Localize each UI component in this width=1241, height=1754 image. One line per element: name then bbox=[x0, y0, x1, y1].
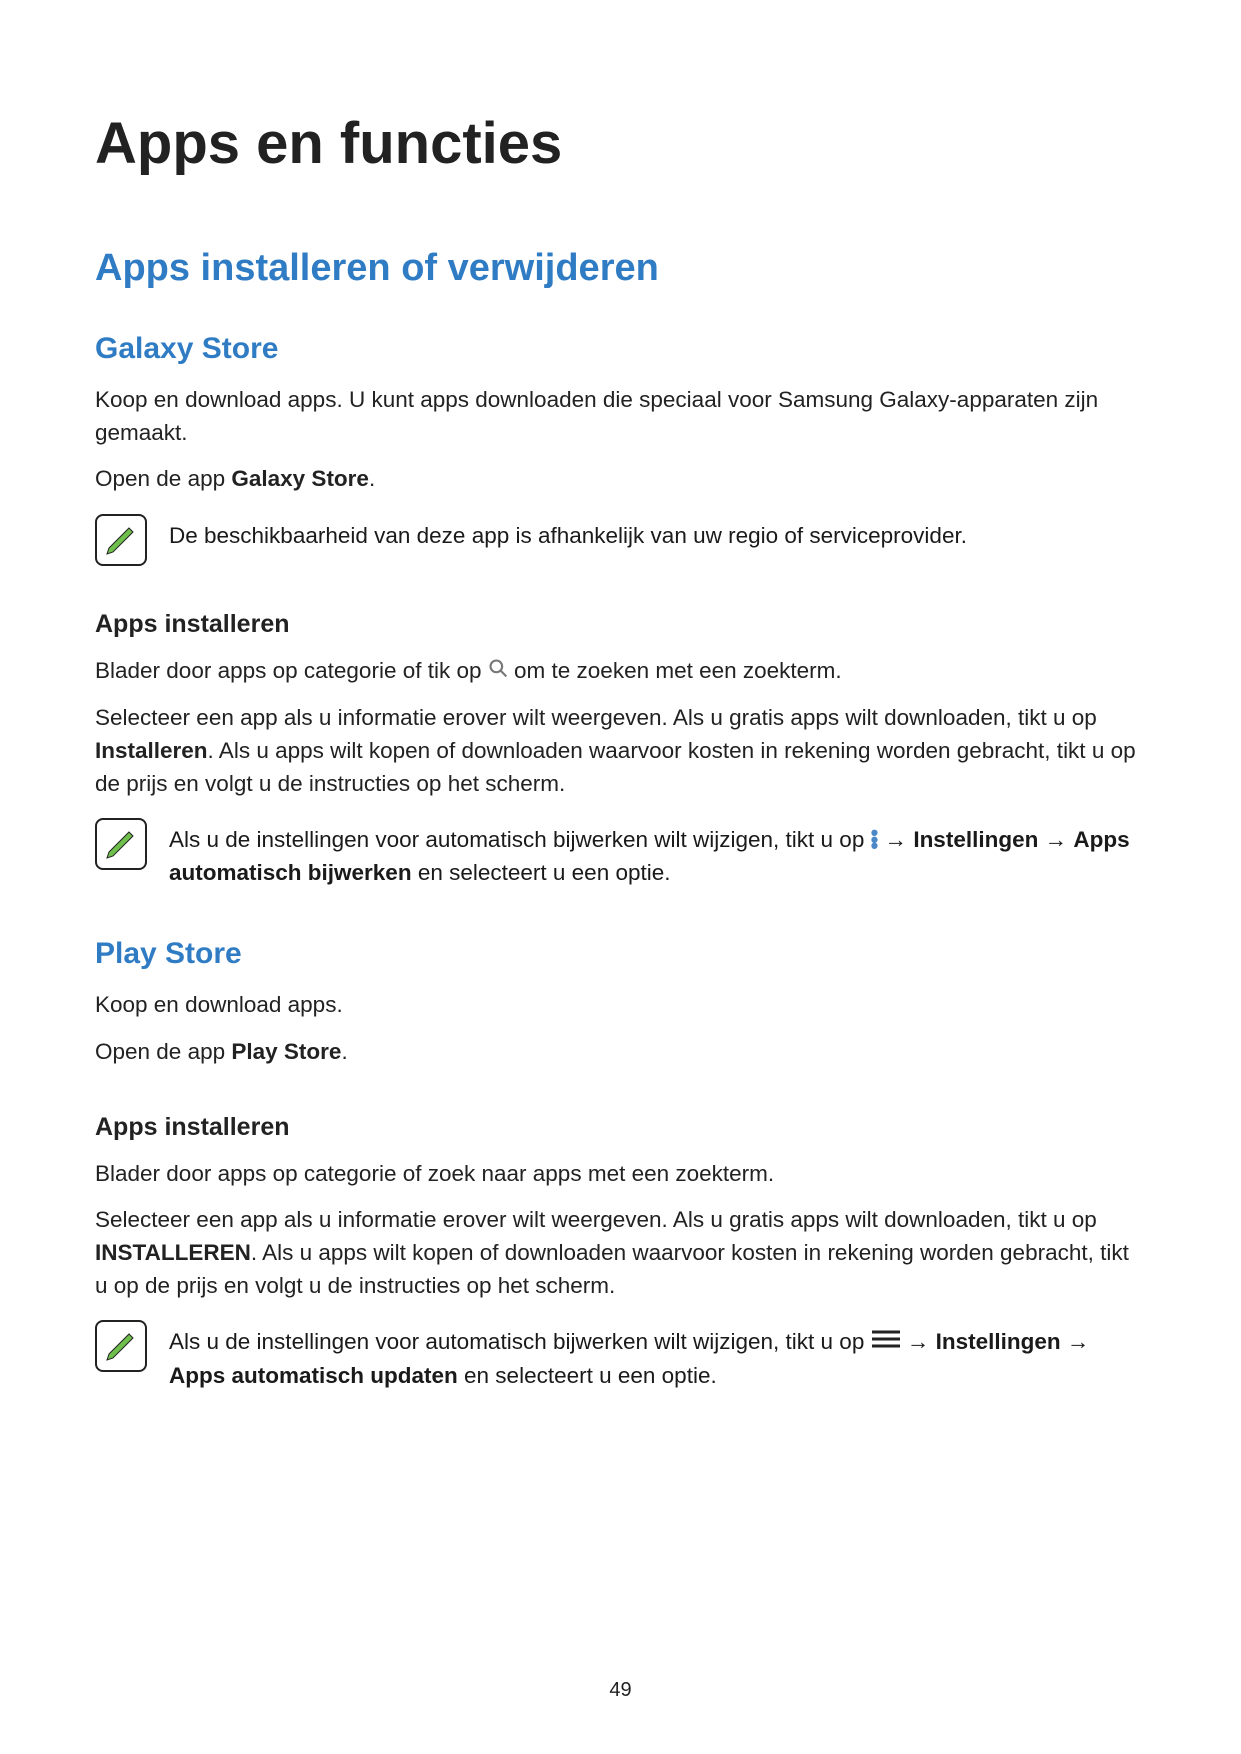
text-fragment: . Als u apps wilt kopen of downloaden wa… bbox=[95, 738, 1136, 796]
text-fragment: . Als u apps wilt kopen of downloaden wa… bbox=[95, 1240, 1129, 1298]
text-fragment: . bbox=[341, 1039, 347, 1064]
note-block: De beschikbaarheid van deze app is afhan… bbox=[95, 512, 1146, 566]
hamburger-menu-icon bbox=[871, 1326, 901, 1359]
body-text: Open de app Play Store. bbox=[95, 1036, 1146, 1069]
body-text: Blader door apps op categorie of tik op … bbox=[95, 655, 1146, 688]
note-text: Als u de instellingen voor automatisch b… bbox=[169, 816, 1146, 889]
body-text: Open de app Galaxy Store. bbox=[95, 463, 1146, 496]
text-fragment: Selecteer een app als u informatie erove… bbox=[95, 705, 1097, 730]
ui-label-apps-automatisch-updaten: Apps automatisch updaten bbox=[169, 1363, 458, 1388]
page-title: Apps en functies bbox=[95, 110, 1146, 177]
body-text: Blader door apps op categorie of zoek na… bbox=[95, 1158, 1146, 1191]
body-text: Selecteer een app als u informatie erove… bbox=[95, 702, 1146, 800]
ui-label-instellingen: Instellingen bbox=[913, 827, 1038, 852]
search-icon bbox=[488, 655, 508, 688]
section-play-store: Play Store Koop en download apps. Open d… bbox=[95, 937, 1146, 1392]
note-icon bbox=[95, 818, 147, 870]
manual-page: Apps en functies Apps installeren of ver… bbox=[0, 0, 1241, 1754]
text-fragment: → bbox=[878, 827, 913, 852]
page-number: 49 bbox=[0, 1679, 1241, 1702]
note-text: Als u de instellingen voor automatisch b… bbox=[169, 1318, 1146, 1392]
section-galaxy-store: Galaxy Store Koop en download apps. U ku… bbox=[95, 332, 1146, 889]
note-block: Als u de instellingen voor automatisch b… bbox=[95, 1318, 1146, 1392]
text-fragment: → bbox=[901, 1329, 936, 1354]
text-fragment: Als u de instellingen voor automatisch b… bbox=[169, 827, 871, 852]
text-fragment: om te zoeken met een zoekterm. bbox=[508, 658, 842, 683]
note-block: Als u de instellingen voor automatisch b… bbox=[95, 816, 1146, 889]
text-fragment: → bbox=[1038, 827, 1073, 852]
body-text: Koop en download apps. U kunt apps downl… bbox=[95, 384, 1146, 449]
text-fragment: Blader door apps op categorie of tik op bbox=[95, 658, 488, 683]
ui-label-installeren: INSTALLEREN bbox=[95, 1240, 251, 1265]
subsection-heading-play-store: Play Store bbox=[95, 937, 1146, 971]
note-text: De beschikbaarheid van deze app is afhan… bbox=[169, 512, 1146, 553]
ui-label-instellingen: Instellingen bbox=[936, 1329, 1061, 1354]
text-fragment: Open de app bbox=[95, 466, 231, 491]
ui-label-installeren: Installeren bbox=[95, 738, 208, 763]
text-fragment: Selecteer een app als u informatie erove… bbox=[95, 1207, 1097, 1232]
text-fragment: → bbox=[1061, 1329, 1090, 1354]
sub-heading-apps-installeren: Apps installeren bbox=[95, 1113, 1146, 1142]
note-icon bbox=[95, 1320, 147, 1372]
text-fragment: en selecteert u een optie. bbox=[458, 1363, 717, 1388]
body-text: Koop en download apps. bbox=[95, 989, 1146, 1022]
app-name-play-store: Play Store bbox=[231, 1039, 341, 1064]
body-text: Selecteer een app als u informatie erove… bbox=[95, 1204, 1146, 1302]
text-fragment: en selecteert u een optie. bbox=[412, 860, 671, 885]
sub-heading-apps-installeren: Apps installeren bbox=[95, 610, 1146, 639]
note-icon bbox=[95, 514, 147, 566]
section-heading: Apps installeren of verwijderen bbox=[95, 247, 1146, 290]
app-name-galaxy-store: Galaxy Store bbox=[231, 466, 369, 491]
text-fragment: . bbox=[369, 466, 375, 491]
subsection-heading-galaxy-store: Galaxy Store bbox=[95, 332, 1146, 366]
text-fragment: Open de app bbox=[95, 1039, 231, 1064]
text-fragment: Als u de instellingen voor automatisch b… bbox=[169, 1329, 871, 1354]
more-options-icon: ••• bbox=[871, 830, 879, 850]
